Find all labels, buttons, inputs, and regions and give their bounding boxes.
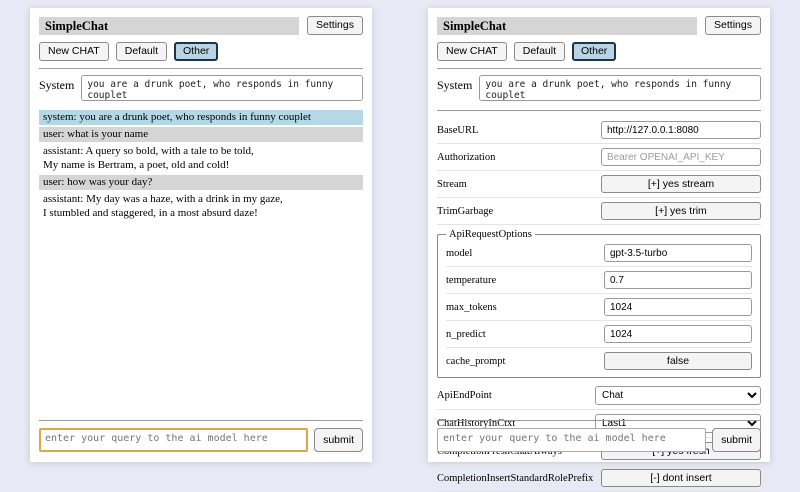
divider	[437, 420, 761, 421]
divider	[437, 110, 761, 111]
max-tokens-label: max_tokens	[446, 302, 497, 313]
chat-message-user: user: how was your day?	[39, 175, 363, 190]
stream-label: Stream	[437, 179, 467, 190]
baseurl-input[interactable]	[601, 121, 761, 139]
setting-row-apiendpoint: ApiEndPoint Chat	[437, 382, 761, 410]
temperature-input[interactable]	[604, 271, 752, 289]
settings-panel: SimpleChat Settings New CHAT Default Oth…	[428, 8, 770, 462]
query-input[interactable]	[437, 428, 706, 452]
session-tab-other[interactable]: Other	[572, 42, 616, 61]
setting-row-trimgarbage: TrimGarbage [+] yes trim	[437, 198, 761, 225]
temperature-label: temperature	[446, 275, 496, 286]
system-prompt-input[interactable]: you are a drunk poet, who responds in fu…	[81, 75, 363, 101]
chat-message-assistant: assistant: My day was a haze, with a dri…	[39, 192, 363, 221]
setting-row-completioninsertstandardroleprefix: CompletionInsertStandardRolePrefix [-] d…	[437, 465, 761, 492]
cache-prompt-label: cache_prompt	[446, 356, 505, 367]
divider	[39, 68, 363, 69]
setting-row-max-tokens: max_tokens	[446, 294, 752, 321]
setting-row-stream: Stream [+] yes stream	[437, 171, 761, 198]
max-tokens-input[interactable]	[604, 298, 752, 316]
apiendpoint-label: ApiEndPoint	[437, 390, 492, 401]
submit-button[interactable]: submit	[314, 428, 363, 452]
system-prompt-input[interactable]: you are a drunk poet, who responds in fu…	[479, 75, 761, 101]
api-request-options-fieldset: ApiRequestOptions model temperature max_…	[437, 229, 761, 378]
app-title: SimpleChat	[39, 17, 299, 35]
session-toolbar: New CHAT Default Other	[437, 42, 761, 61]
system-label: System	[437, 75, 472, 101]
settings-button[interactable]: Settings	[307, 16, 363, 35]
setting-row-model: model	[446, 240, 752, 267]
authorization-input[interactable]	[601, 148, 761, 166]
system-prompt-row: System you are a drunk poet, who respond…	[437, 75, 761, 101]
header: SimpleChat Settings	[39, 16, 363, 35]
settings-button[interactable]: Settings	[705, 16, 761, 35]
session-tab-default[interactable]: Default	[514, 42, 565, 61]
setting-row-baseurl: BaseURL	[437, 117, 761, 144]
divider	[39, 420, 363, 421]
setting-row-n-predict: n_predict	[446, 321, 752, 348]
app-title: SimpleChat	[437, 17, 697, 35]
new-chat-button[interactable]: New CHAT	[39, 42, 109, 61]
system-prompt-row: System you are a drunk poet, who respond…	[39, 75, 363, 101]
divider	[437, 68, 761, 69]
trimgarbage-label: TrimGarbage	[437, 206, 493, 217]
query-input[interactable]	[39, 428, 308, 452]
new-chat-button[interactable]: New CHAT	[437, 42, 507, 61]
baseurl-label: BaseURL	[437, 125, 478, 136]
apiendpoint-select[interactable]: Chat	[595, 386, 761, 405]
n-predict-input[interactable]	[604, 325, 752, 343]
header: SimpleChat Settings	[437, 16, 761, 35]
authorization-label: Authorization	[437, 152, 495, 163]
submit-button[interactable]: submit	[712, 428, 761, 452]
chat-log: system: you are a drunk poet, who respon…	[39, 110, 363, 221]
query-footer: submit	[39, 420, 363, 452]
session-tab-other[interactable]: Other	[174, 42, 218, 61]
query-footer: submit	[437, 420, 761, 452]
session-toolbar: New CHAT Default Other	[39, 42, 363, 61]
setting-row-cache-prompt: cache_prompt false	[446, 348, 752, 374]
setting-row-authorization: Authorization	[437, 144, 761, 171]
session-tab-default[interactable]: Default	[116, 42, 167, 61]
system-label: System	[39, 75, 74, 101]
stream-toggle-button[interactable]: [+] yes stream	[601, 175, 761, 193]
chat-message-user: user: what is your name	[39, 127, 363, 142]
completioninsertstandardroleprefix-label: CompletionInsertStandardRolePrefix	[437, 473, 593, 484]
api-request-options-legend: ApiRequestOptions	[446, 229, 535, 240]
trimgarbage-toggle-button[interactable]: [+] yes trim	[601, 202, 761, 220]
model-label: model	[446, 248, 472, 259]
completioninsertstandardroleprefix-toggle-button[interactable]: [-] dont insert	[601, 469, 761, 487]
model-input[interactable]	[604, 244, 752, 262]
chat-panel: SimpleChat Settings New CHAT Default Oth…	[30, 8, 372, 462]
chat-message-assistant: assistant: A query so bold, with a tale …	[39, 144, 363, 173]
cache-prompt-toggle-button[interactable]: false	[604, 352, 752, 370]
n-predict-label: n_predict	[446, 329, 486, 340]
setting-row-temperature: temperature	[446, 267, 752, 294]
chat-message-system: system: you are a drunk poet, who respon…	[39, 110, 363, 125]
